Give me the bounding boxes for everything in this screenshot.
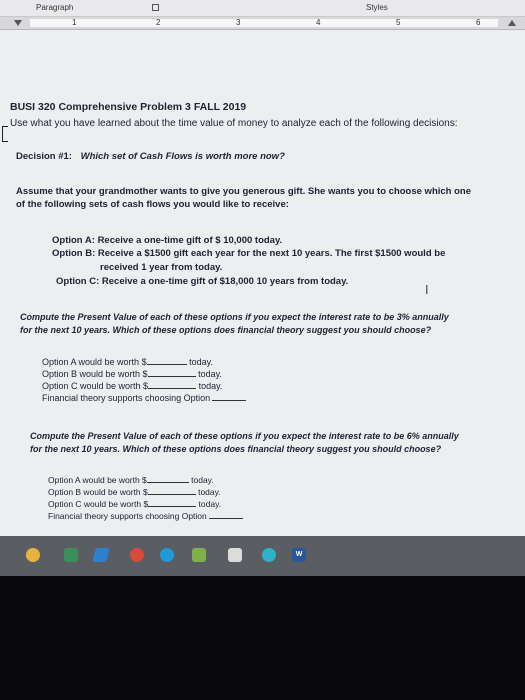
ruler-track	[30, 19, 498, 27]
indent-marker-icon[interactable]	[14, 20, 22, 26]
photos-icon[interactable]	[192, 548, 206, 562]
ruler-number-2: 2	[156, 18, 161, 27]
q1-theory-blank[interactable]	[212, 400, 247, 401]
option-b-continued: received 1 year from today.	[100, 262, 223, 273]
q1-answer-c-blank[interactable]	[148, 388, 197, 389]
q1-answer-a-blank[interactable]	[146, 364, 187, 365]
pen-icon[interactable]	[92, 548, 110, 562]
ruler-number-1: 1	[72, 18, 77, 27]
option-b-label: Option B:	[52, 248, 96, 259]
ruler-number-4: 4	[316, 18, 321, 27]
option-a: Option A: Receive a one-time gift of $ 1…	[52, 235, 282, 246]
q1-answer-b: Option B would be worth $ today.	[42, 369, 222, 379]
assume-line-2: of the following sets of cash flows you …	[16, 199, 289, 210]
q2-answer-a-blank[interactable]	[146, 482, 189, 483]
horizontal-ruler[interactable]: 1 2 3 4 5 6	[0, 17, 525, 30]
decision-label: Decision #1:	[16, 151, 72, 162]
q2-answer-b-blank[interactable]	[147, 494, 196, 495]
option-c-text: Receive a one-time gift of $18,000 10 ye…	[101, 276, 349, 287]
q2-theory: Financial theory supports choosing Optio…	[48, 511, 243, 521]
q1-answer-c: Option C would be worth $ today.	[42, 381, 223, 391]
q2-answer-a: Option A would be worth $ today.	[48, 475, 214, 485]
option-c: Option C: Receive a one-time gift of $18…	[56, 276, 348, 287]
dialog-launcher-icon[interactable]	[152, 4, 159, 11]
taskbar: W	[0, 536, 525, 576]
text-cursor-bracket	[2, 126, 8, 142]
ruler-number-3: 3	[236, 18, 241, 27]
file-explorer-icon[interactable]	[64, 548, 78, 562]
q2-theory-blank[interactable]	[208, 518, 243, 519]
dark-bezel-area	[0, 576, 525, 700]
option-a-label: Option A:	[52, 235, 95, 246]
q1-answer-a: Option A would be worth $ today.	[42, 357, 213, 367]
assume-line-1: Assume that your grandmother wants to gi…	[16, 186, 472, 197]
right-indent-marker-icon[interactable]	[508, 20, 516, 26]
option-c-label: Option C:	[56, 276, 100, 287]
chrome-icon[interactable]	[130, 548, 144, 562]
doc-title: BUSI 320 Comprehensive Problem 3 FALL 20…	[10, 101, 247, 113]
cortana-icon[interactable]	[26, 548, 40, 562]
q2-answer-b: Option B would be worth $ today.	[48, 487, 221, 497]
media-icon[interactable]	[262, 548, 276, 562]
screen: Paragraph Styles 1 2 3 4 5 6 BUSI 320 Co…	[0, 0, 525, 700]
q1-theory: Financial theory supports choosing Optio…	[42, 393, 247, 403]
option-a-text: Receive a one-time gift of $ 10,000 toda…	[97, 235, 283, 246]
ribbon-group-paragraph[interactable]: Paragraph	[36, 3, 73, 12]
option-b: Option B: Receive a $1500 gift each year…	[52, 248, 445, 259]
word-icon[interactable]: W	[292, 548, 306, 562]
q2-answer-c-blank[interactable]	[148, 506, 197, 507]
document-page[interactable]: BUSI 320 Comprehensive Problem 3 FALL 20…	[0, 30, 525, 536]
q1-line-1: Compute the Present Value of each of the…	[20, 312, 449, 322]
ribbon-group-styles[interactable]: Styles	[366, 3, 388, 12]
doc-intro: Use what you have learned about the time…	[10, 118, 458, 129]
ruler-number-6: 6	[476, 18, 481, 27]
q2-line-1: Compute the Present Value of each of the…	[30, 431, 459, 441]
decision-heading: Decision #1: Which set of Cash Flows is …	[16, 151, 285, 162]
ribbon: Paragraph Styles	[0, 0, 525, 17]
q2-line-2: for the next 10 years. Which of these op…	[30, 444, 442, 454]
store-icon[interactable]	[228, 548, 242, 562]
q2-answer-c: Option C would be worth $ today.	[48, 499, 222, 509]
ruler-number-5: 5	[396, 18, 401, 27]
ibeam-cursor-icon: I	[425, 283, 429, 297]
option-b-text: Receive a $1500 gift each year for the n…	[97, 248, 446, 259]
edge-icon[interactable]	[160, 548, 174, 562]
decision-question: Which set of Cash Flows is worth more no…	[80, 151, 285, 162]
q1-line-2: for the next 10 years. Which of these op…	[20, 325, 432, 335]
q1-answer-b-blank[interactable]	[147, 376, 196, 377]
